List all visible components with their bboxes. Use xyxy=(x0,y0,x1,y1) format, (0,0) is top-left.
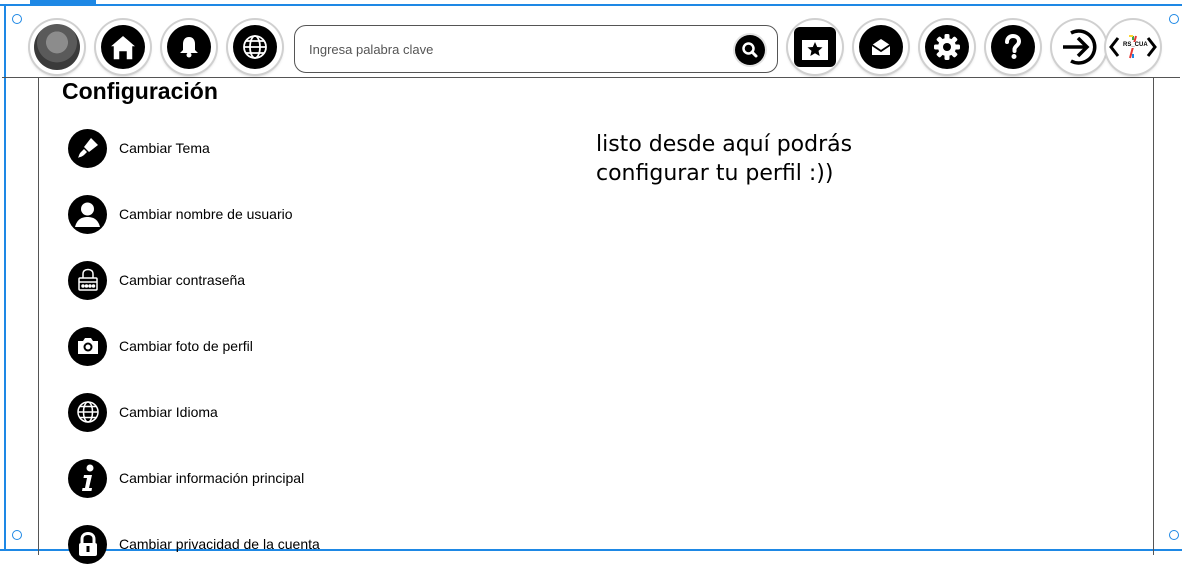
avatar xyxy=(34,24,80,70)
paintbrush-icon xyxy=(68,128,107,168)
info-note: listo desde aquí podrás configurar tu pe… xyxy=(596,132,853,186)
app-logo[interactable]: RS_CUA xyxy=(1106,20,1160,74)
gear-icon xyxy=(925,25,969,69)
padlock-icon xyxy=(68,524,107,564)
lock-keypad-icon xyxy=(68,260,107,300)
envelope-icon xyxy=(859,25,903,69)
menu-item-label: Cambiar foto de perfil xyxy=(119,338,253,354)
search-button[interactable] xyxy=(735,35,765,65)
resize-handle-bottom-right[interactable] xyxy=(1169,530,1179,540)
search-icon xyxy=(742,42,758,58)
favorites-calendar-button[interactable] xyxy=(788,20,842,74)
menu-item-change-username[interactable]: Cambiar nombre de usuario xyxy=(68,194,293,234)
profile-avatar-button[interactable] xyxy=(30,20,84,74)
info-icon xyxy=(68,458,107,498)
help-button[interactable] xyxy=(986,20,1040,74)
menu-item-change-main-info[interactable]: Cambiar información principal xyxy=(68,458,304,498)
menu-item-label: Cambiar Tema xyxy=(119,140,210,156)
menu-item-label: Cambiar Idioma xyxy=(119,404,218,420)
resize-handle-bottom-left[interactable] xyxy=(12,530,22,540)
menu-item-change-privacy[interactable]: Cambiar privacidad de la cuenta xyxy=(68,524,320,564)
home-button[interactable] xyxy=(96,20,150,74)
menu-item-label: Cambiar privacidad de la cuenta xyxy=(119,536,320,552)
language-button[interactable] xyxy=(228,20,282,74)
settings-button[interactable] xyxy=(920,20,974,74)
user-icon xyxy=(68,194,107,234)
messages-button[interactable] xyxy=(854,20,908,74)
menu-item-change-profile-photo[interactable]: Cambiar foto de perfil xyxy=(68,326,253,366)
menu-item-label: Cambiar información principal xyxy=(119,470,305,486)
menu-item-label: Cambiar contraseña xyxy=(119,272,246,288)
home-icon xyxy=(101,25,145,69)
arrow-right-circle-icon xyxy=(1057,25,1101,69)
menu-item-change-theme[interactable]: Cambiar Tema xyxy=(68,128,210,168)
selection-frame-left xyxy=(4,4,6,551)
menu-item-label: Cambiar nombre de usuario xyxy=(119,206,293,222)
logo-text: RS_CUA xyxy=(1122,42,1149,48)
menu-item-change-password[interactable]: Cambiar contraseña xyxy=(68,260,245,300)
logout-button[interactable] xyxy=(1052,20,1106,74)
calendar-star-icon xyxy=(794,27,836,67)
camera-icon xyxy=(68,326,107,366)
search-bar xyxy=(294,25,778,73)
search-input[interactable] xyxy=(307,33,711,65)
globe-icon xyxy=(68,392,107,432)
bell-icon xyxy=(167,25,211,69)
notifications-button[interactable] xyxy=(162,20,216,74)
question-icon xyxy=(991,25,1035,69)
menu-item-change-language[interactable]: Cambiar Idioma xyxy=(68,392,218,432)
globe-icon xyxy=(233,25,277,69)
page-title: Configuración xyxy=(62,78,218,104)
top-navigation-bar: RS_CUA xyxy=(2,6,1180,78)
